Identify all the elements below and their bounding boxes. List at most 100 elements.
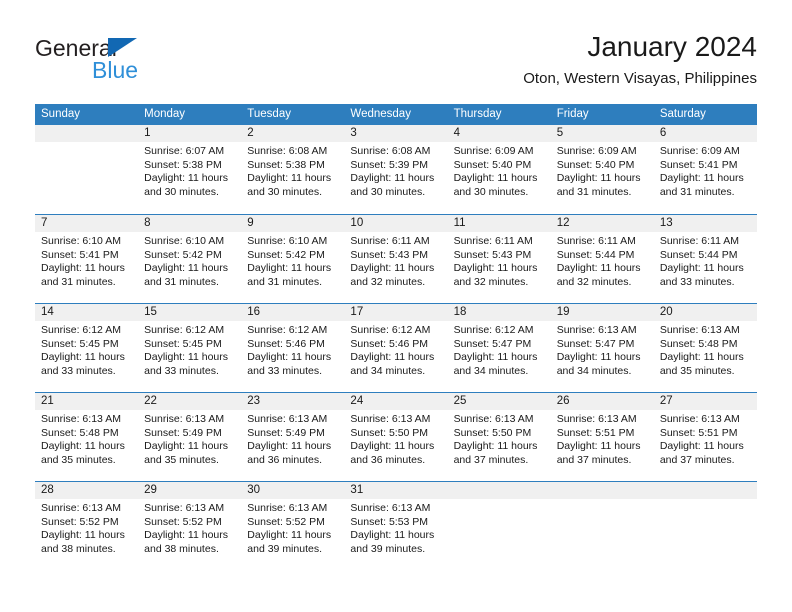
calendar-day-cell-12[interactable]: 12 Sunrise: 6:11 AM Sunset: 5:44 PM Dayligh…	[550, 215, 654, 303]
day-number	[653, 482, 757, 499]
day-number: 8	[138, 215, 242, 232]
day-detail-line: Sunrise: 6:12 AM	[247, 324, 328, 336]
page-title: January 2024	[587, 31, 757, 62]
day-detail-line: and 31 minutes.	[144, 275, 219, 288]
day-detail-line: Sunrise: 6:13 AM	[41, 502, 121, 514]
day-details	[551, 499, 654, 502]
day-details	[654, 499, 757, 502]
calendar-day-cell-31[interactable]: 31 Sunrise: 6:13 AM Sunset: 5:53 PM Dayligh…	[344, 482, 448, 570]
day-detail-line: and 32 minutes.	[556, 275, 632, 288]
calendar-day-cell-14[interactable]: 14 Sunrise: 6:12 AM Sunset: 5:45 PM Dayligh…	[35, 304, 139, 392]
calendar-day-cell-24[interactable]: 24 Sunrise: 6:13 AM Sunset: 5:50 PM Dayligh…	[344, 393, 448, 481]
day-detail-line: and 30 minutes.	[247, 185, 322, 198]
day-number: 6	[653, 125, 757, 142]
day-detail-line: Sunrise: 6:13 AM	[556, 324, 637, 336]
day-detail-line: Daylight: 11 hours	[556, 172, 641, 185]
day-details: Sunrise: 6:13 AM Sunset: 5:51 PM Daylight:…	[654, 410, 757, 467]
calendar-week-row: 21 Sunrise: 6:13 AM Sunset: 5:48 PM Dayligh…	[35, 392, 757, 481]
day-detail-line: Sunset: 5:47 PM	[453, 337, 532, 350]
day-detail-line: Sunrise: 6:13 AM	[247, 413, 328, 425]
calendar-day-cell-27[interactable]: 27 Sunrise: 6:13 AM Sunset: 5:51 PM Dayligh…	[653, 393, 757, 481]
calendar-day-cell-5[interactable]: 5 Sunrise: 6:09 AM Sunset: 5:40 PM Daylight…	[550, 125, 654, 214]
day-details: Sunrise: 6:11 AM Sunset: 5:44 PM Daylight:…	[551, 232, 654, 289]
calendar-day-cell-10[interactable]: 10 Sunrise: 6:11 AM Sunset: 5:43 PM Dayligh…	[344, 215, 448, 303]
day-detail-line: Daylight: 11 hours	[144, 351, 228, 364]
day-detail-line: Daylight: 11 hours	[247, 529, 332, 542]
calendar-grid: Sunday Monday Tuesday Wednesday Thursday Frid…	[35, 104, 757, 570]
day-number: 25	[447, 393, 551, 410]
calendar-day-cell-18[interactable]: 18 Sunrise: 6:12 AM Sunset: 5:47 PM Dayligh…	[447, 304, 551, 392]
calendar-day-cell-13[interactable]: 13 Sunrise: 6:11 AM Sunset: 5:44 PM Dayligh…	[653, 215, 757, 303]
day-detail-line: Sunset: 5:47 PM	[556, 337, 635, 350]
day-detail-line: Sunset: 5:41 PM	[41, 248, 119, 261]
day-number: 26	[550, 393, 654, 410]
calendar-day-cell-11[interactable]: 11 Sunrise: 6:11 AM Sunset: 5:43 PM Dayligh…	[447, 215, 551, 303]
day-detail-line: Sunset: 5:52 PM	[247, 515, 325, 528]
day-detail-line: and 37 minutes.	[556, 453, 632, 466]
calendar-day-cell-15[interactable]: 15 Sunrise: 6:12 AM Sunset: 5:45 PM Dayligh…	[138, 304, 242, 392]
day-number: 30	[241, 482, 345, 499]
day-details: Sunrise: 6:13 AM Sunset: 5:48 PM Daylight:…	[654, 321, 757, 378]
page-subtitle: Oton, Western Visayas, Philippines	[523, 70, 757, 87]
weekday-header-friday: Friday	[556, 108, 589, 120]
calendar-day-cell-22[interactable]: 22 Sunrise: 6:13 AM Sunset: 5:49 PM Dayligh…	[138, 393, 242, 481]
day-detail-line: Sunset: 5:45 PM	[144, 337, 222, 350]
day-detail-line: Sunrise: 6:09 AM	[556, 145, 637, 157]
day-details: Sunrise: 6:13 AM Sunset: 5:52 PM Daylight:…	[241, 499, 344, 556]
day-detail-line: Sunrise: 6:13 AM	[144, 502, 225, 514]
day-detail-line: and 32 minutes.	[350, 275, 426, 288]
calendar-day-cell-8[interactable]: 8 Sunrise: 6:10 AM Sunset: 5:42 PM Daylight…	[138, 215, 242, 303]
day-detail-line: Sunrise: 6:11 AM	[659, 235, 740, 247]
day-detail-line: Sunset: 5:38 PM	[144, 158, 222, 171]
calendar-day-cell-3[interactable]: 3 Sunrise: 6:08 AM Sunset: 5:39 PM Daylight…	[344, 125, 448, 214]
day-detail-line: Sunrise: 6:08 AM	[350, 145, 431, 157]
day-detail-line: Sunset: 5:40 PM	[453, 158, 532, 171]
day-detail-line: Sunset: 5:52 PM	[144, 515, 222, 528]
calendar-day-cell-9[interactable]: 9 Sunrise: 6:10 AM Sunset: 5:42 PM Daylight…	[241, 215, 345, 303]
day-detail-line: and 33 minutes.	[659, 275, 735, 288]
day-detail-line: Daylight: 11 hours	[247, 351, 332, 364]
calendar-day-cell-29[interactable]: 29 Sunrise: 6:13 AM Sunset: 5:52 PM Dayligh…	[138, 482, 242, 570]
day-detail-line: and 33 minutes.	[144, 364, 219, 377]
calendar-day-cell-21[interactable]: 21 Sunrise: 6:13 AM Sunset: 5:48 PM Dayligh…	[35, 393, 139, 481]
day-detail-line: Daylight: 11 hours	[41, 440, 125, 453]
calendar-day-cell-6[interactable]: 6 Sunrise: 6:09 AM Sunset: 5:41 PM Daylight…	[653, 125, 757, 214]
day-detail-line: and 38 minutes.	[41, 542, 116, 555]
calendar-day-cell-23[interactable]: 23 Sunrise: 6:13 AM Sunset: 5:49 PM Dayligh…	[241, 393, 345, 481]
calendar-day-cell-empty	[447, 482, 551, 570]
day-details: Sunrise: 6:12 AM Sunset: 5:45 PM Daylight:…	[35, 321, 138, 378]
general-blue-logo[interactable]: General Blue	[35, 35, 235, 91]
day-detail-line: and 35 minutes.	[659, 364, 735, 377]
day-number: 5	[550, 125, 654, 142]
calendar-day-cell-30[interactable]: 30 Sunrise: 6:13 AM Sunset: 5:52 PM Dayligh…	[241, 482, 345, 570]
calendar-day-cell-1[interactable]: 1 Sunrise: 6:07 AM Sunset: 5:38 PM Daylight…	[138, 125, 242, 214]
calendar-day-cell-7[interactable]: 7 Sunrise: 6:10 AM Sunset: 5:41 PM Daylight…	[35, 215, 139, 303]
day-detail-line: Sunset: 5:45 PM	[41, 337, 119, 350]
calendar-day-cell-4[interactable]: 4 Sunrise: 6:09 AM Sunset: 5:40 PM Daylight…	[447, 125, 551, 214]
calendar-day-cell-25[interactable]: 25 Sunrise: 6:13 AM Sunset: 5:50 PM Dayligh…	[447, 393, 551, 481]
calendar-day-cell-2[interactable]: 2 Sunrise: 6:08 AM Sunset: 5:38 PM Daylight…	[241, 125, 345, 214]
calendar-day-cell-28[interactable]: 28 Sunrise: 6:13 AM Sunset: 5:52 PM Dayligh…	[35, 482, 139, 570]
calendar-day-cell-19[interactable]: 19 Sunrise: 6:13 AM Sunset: 5:47 PM Dayligh…	[550, 304, 654, 392]
day-detail-line: Sunrise: 6:12 AM	[144, 324, 225, 336]
calendar-week-row: 28 Sunrise: 6:13 AM Sunset: 5:52 PM Dayligh…	[35, 481, 757, 570]
calendar-day-cell-17[interactable]: 17 Sunrise: 6:12 AM Sunset: 5:46 PM Dayligh…	[344, 304, 448, 392]
day-detail-line: Daylight: 11 hours	[659, 262, 744, 275]
day-detail-line: and 31 minutes.	[659, 185, 735, 198]
day-detail-line: and 30 minutes.	[144, 185, 219, 198]
weekday-header-saturday: Saturday	[659, 108, 706, 120]
weekday-header-row: Sunday Monday Tuesday Wednesday Thursday Frid…	[35, 104, 757, 125]
day-details: Sunrise: 6:13 AM Sunset: 5:49 PM Daylight:…	[241, 410, 344, 467]
calendar-day-cell-26[interactable]: 26 Sunrise: 6:13 AM Sunset: 5:51 PM Dayligh…	[550, 393, 654, 481]
day-detail-line: Daylight: 11 hours	[41, 529, 125, 542]
day-detail-line: and 35 minutes.	[144, 453, 219, 466]
day-detail-line: Daylight: 11 hours	[350, 262, 435, 275]
day-detail-line: and 32 minutes.	[453, 275, 529, 288]
calendar-day-cell-empty	[653, 482, 757, 570]
day-number: 20	[653, 304, 757, 321]
day-detail-line: Daylight: 11 hours	[144, 262, 228, 275]
day-number: 15	[138, 304, 242, 321]
calendar-week-row: 14 Sunrise: 6:12 AM Sunset: 5:45 PM Dayligh…	[35, 303, 757, 392]
calendar-day-cell-16[interactable]: 16 Sunrise: 6:12 AM Sunset: 5:46 PM Dayligh…	[241, 304, 345, 392]
calendar-day-cell-20[interactable]: 20 Sunrise: 6:13 AM Sunset: 5:48 PM Dayligh…	[653, 304, 757, 392]
